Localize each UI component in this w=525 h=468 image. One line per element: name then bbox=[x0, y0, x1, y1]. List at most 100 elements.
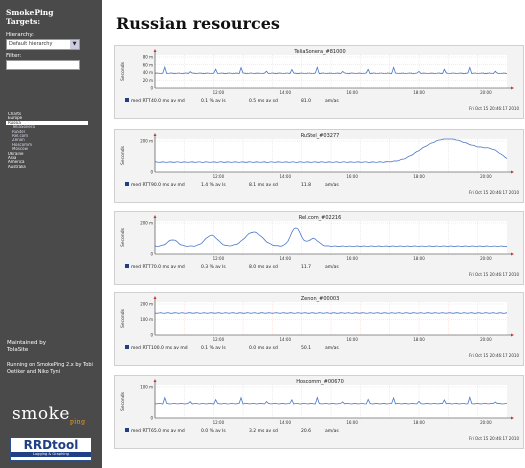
x-tick-label: 16:00 bbox=[346, 420, 358, 425]
legend-sd: 8.1 ms av sd bbox=[249, 182, 278, 188]
legend-am: 20.6 bbox=[301, 428, 311, 434]
legend-sd: 3.2 ms av sd bbox=[249, 428, 278, 434]
x-tick-label: 14:00 bbox=[279, 420, 291, 425]
legend-loss: 0.3 % av ls bbox=[201, 264, 226, 270]
x-axis-arrow-icon bbox=[511, 170, 514, 174]
legend-unit: am/as bbox=[325, 264, 339, 270]
page-title: Russian resources bbox=[116, 14, 280, 33]
y-tick-label: 0 bbox=[150, 86, 153, 91]
x-axis-arrow-icon bbox=[511, 252, 514, 256]
legend-am: 50.1 bbox=[301, 345, 311, 351]
sidebar-title-line1: SmokePing bbox=[6, 8, 54, 17]
x-tick-label: 14:00 bbox=[279, 90, 291, 95]
sidebar: SmokePing Targets: Hierarchy: Default hi… bbox=[0, 0, 102, 468]
hierarchy-select[interactable]: Default hierarchy ▼ bbox=[6, 39, 80, 50]
y-tick-label: 60 m bbox=[143, 62, 153, 67]
y-axis-arrow-icon bbox=[153, 379, 157, 382]
legend-swatch bbox=[125, 428, 129, 432]
x-axis-arrow-icon bbox=[511, 416, 514, 420]
x-tick-label: 20:00 bbox=[480, 174, 492, 179]
legend-avg: 40.0 ms av md bbox=[151, 98, 185, 104]
filter-label: Filter: bbox=[6, 53, 22, 59]
running-on-text[interactable]: Running on SmokePing 2.x by Tobi Oetiker… bbox=[7, 362, 93, 375]
legend-loss: 0.1 % av ls bbox=[201, 98, 226, 104]
smokeping-logo[interactable]: smokeping bbox=[12, 404, 85, 425]
y-axis-label: Seconds bbox=[120, 145, 126, 165]
nav-item[interactable]: Australia bbox=[6, 165, 96, 169]
x-tick-label: 16:00 bbox=[346, 90, 358, 95]
legend-loss: 0.1 % av ls bbox=[201, 345, 226, 351]
legend-sd: 0.5 ms av sd bbox=[249, 98, 278, 104]
x-tick-label: 18:00 bbox=[413, 420, 425, 425]
graph-panel[interactable]: Hoscomm_#00670 Seconds 100 m 0 12:00 14:00 16:… bbox=[114, 375, 524, 449]
y-tick-label: 0 bbox=[150, 252, 153, 257]
sidebar-title-line2: Targets: bbox=[6, 17, 41, 26]
x-tick-label: 20:00 bbox=[480, 420, 492, 425]
legend-sd: 0.0 ms av sd bbox=[249, 345, 278, 351]
x-axis-arrow-icon bbox=[511, 333, 514, 337]
smokeping-logo-text: smoke bbox=[12, 404, 70, 424]
rrdtool-logo[interactable]: RRDtool Logging & Graphing bbox=[10, 437, 92, 461]
maintainer-name[interactable]: TolaSite bbox=[7, 347, 46, 354]
x-tick-label: 12:00 bbox=[213, 420, 225, 425]
graph-timestamp: Fri Oct 15 20:46:17 2010 bbox=[469, 106, 519, 111]
y-axis-label: Seconds bbox=[120, 308, 126, 328]
graph-title: Hoscomm_#00670 bbox=[296, 379, 344, 385]
y-axis-arrow-icon bbox=[153, 215, 157, 218]
y-tick-label: 200 m bbox=[140, 139, 153, 144]
rrdtool-logo-text: RRDtool bbox=[23, 438, 79, 452]
x-tick-label: 18:00 bbox=[413, 256, 425, 261]
y-tick-label: 0 bbox=[150, 416, 153, 421]
legend-swatch bbox=[125, 98, 129, 102]
legend-am: 81.0 bbox=[301, 98, 311, 104]
x-tick-label: 18:00 bbox=[413, 90, 425, 95]
x-tick-label: 18:00 bbox=[413, 337, 425, 342]
legend-avg: 70.0 ms av md bbox=[151, 264, 185, 270]
y-axis-label: Seconds bbox=[120, 61, 126, 81]
graph-title: TeliaSonera_#81000 bbox=[293, 49, 345, 55]
graph-timestamp: Fri Oct 15 20:46:17 2010 bbox=[469, 272, 519, 277]
x-tick-label: 18:00 bbox=[413, 174, 425, 179]
y-tick-label: 0 bbox=[150, 170, 153, 175]
target-nav: Charts Europe Russia TeliaSonera RuStel Rel.c… bbox=[6, 112, 96, 169]
graph-panel[interactable]: Zenon_#00003 Seconds 200 m 100 m 0 12:00 14:00… bbox=[114, 292, 524, 366]
graph-panel[interactable]: RuStel_#03277 Seconds 200 m 0 12:00 14:00 16:0… bbox=[114, 129, 524, 203]
legend-avg: 90.0 ms av md bbox=[151, 182, 185, 188]
x-tick-label: 20:00 bbox=[480, 90, 492, 95]
graph-panel[interactable]: TeliaSonera_#81000 Seconds 80 m 60 m 40 m 20 … bbox=[114, 45, 524, 119]
x-tick-label: 16:00 bbox=[346, 256, 358, 261]
legend-unit: am/as bbox=[325, 98, 339, 104]
legend-label: med RTT bbox=[131, 98, 151, 104]
filter-input[interactable] bbox=[6, 60, 80, 70]
x-axis-arrow-icon bbox=[511, 86, 514, 90]
chevron-down-icon[interactable]: ▼ bbox=[70, 40, 79, 49]
x-tick-label: 20:00 bbox=[480, 337, 492, 342]
legend-avg: 65.0 ms av md bbox=[151, 428, 185, 434]
legend-label: med RTT bbox=[131, 182, 151, 188]
y-axis-arrow-icon bbox=[153, 49, 157, 52]
legend-swatch bbox=[125, 182, 129, 186]
x-tick-label: 12:00 bbox=[213, 174, 225, 179]
y-tick-label: 40 m bbox=[143, 70, 153, 75]
legend-unit: am/as bbox=[325, 428, 339, 434]
graph-title: Rel.com_#02216 bbox=[299, 215, 342, 221]
hierarchy-label: Hierarchy: bbox=[6, 32, 35, 38]
graph-panel[interactable]: Rel.com_#02216 Seconds 200 m 0 12:00 14:00 16:… bbox=[114, 211, 524, 285]
graph-timestamp: Fri Oct 15 20:46:17 2010 bbox=[469, 436, 519, 441]
hierarchy-select-value: Default hierarchy bbox=[9, 41, 53, 47]
x-tick-label: 20:00 bbox=[480, 256, 492, 261]
y-axis-arrow-icon bbox=[153, 133, 157, 136]
legend-am: 11.7 bbox=[301, 264, 311, 270]
maintained-by-label: Maintained by bbox=[7, 340, 47, 346]
y-tick-label: 20 m bbox=[143, 78, 153, 83]
graph-title: Zenon_#00003 bbox=[301, 296, 340, 302]
sidebar-title: SmokePing Targets: bbox=[6, 8, 96, 26]
legend-label: med RTT bbox=[131, 345, 151, 351]
y-tick-label: 200 m bbox=[140, 221, 153, 226]
legend-loss: 0.0 % av ls bbox=[201, 428, 226, 434]
graph-title: RuStel_#03277 bbox=[301, 133, 340, 139]
legend-label: med RTT bbox=[131, 264, 151, 270]
legend-swatch bbox=[125, 345, 129, 349]
legend-unit: am/as bbox=[325, 345, 339, 351]
legend-loss: 1.4 % av ls bbox=[201, 182, 226, 188]
